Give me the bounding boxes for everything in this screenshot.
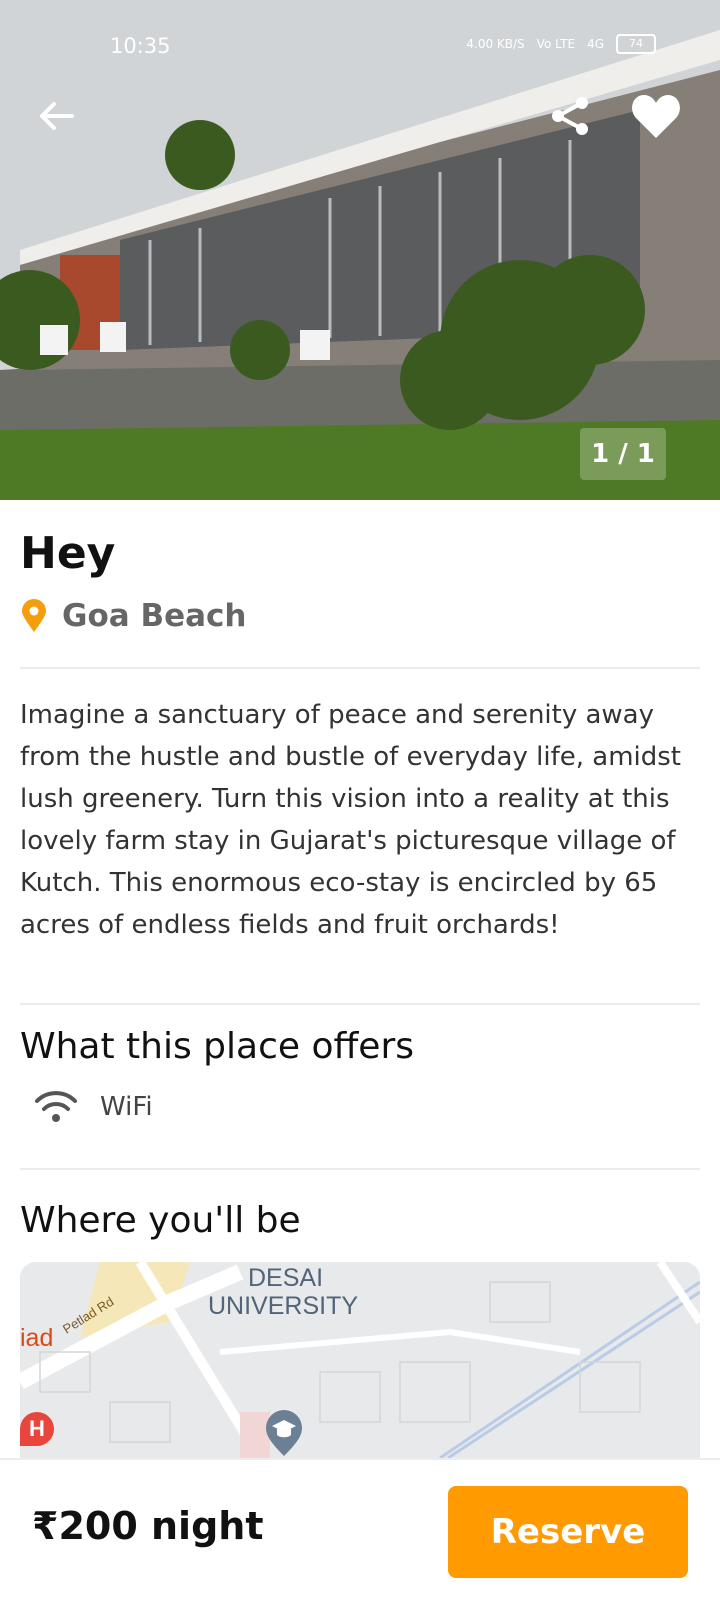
reserve-button[interactable]: Reserve: [448, 1486, 688, 1578]
image-counter: 1 / 1: [580, 428, 666, 480]
share-button[interactable]: [538, 84, 602, 148]
map-label-university: UNIVERSITY: [208, 1292, 359, 1320]
map-roads: [20, 1262, 700, 1458]
location-map[interactable]: DESAI UNIVERSITY iad Petlad Rd H: [20, 1262, 700, 1458]
wifi-icon: [35, 1091, 77, 1122]
favorite-button[interactable]: [624, 84, 688, 148]
house-illustration: [0, 0, 720, 500]
map-label-desai: DESAI: [248, 1264, 324, 1292]
listing-title: Hey: [20, 528, 116, 579]
battery-icon: 74: [616, 34, 656, 54]
status-time: 10:35: [110, 34, 171, 58]
divider: [20, 667, 700, 669]
booking-bar: ₹200 night Reserve: [0, 1458, 720, 1602]
status-icons: 4.00 KB/S Vo LTE 4G 74: [466, 34, 656, 54]
net-speed: 4.00 KB/S: [466, 37, 525, 51]
back-button[interactable]: [24, 84, 88, 148]
price-label: ₹200 night: [32, 1504, 264, 1548]
location-pin-icon: [22, 599, 46, 632]
listing-location: Goa Beach: [20, 598, 246, 634]
share-icon: [552, 97, 588, 135]
status-bar: 10:35 4.00 KB/S Vo LTE 4G 74: [0, 28, 720, 68]
graduation-cap-icon[interactable]: [264, 1410, 304, 1458]
volte-indicator: Vo LTE: [536, 37, 576, 51]
hospital-marker[interactable]: H: [20, 1412, 54, 1446]
hospital-icon: H: [29, 1416, 45, 1441]
divider: [20, 1168, 700, 1170]
heart-icon: [632, 95, 680, 138]
hero-image[interactable]: 10:35 4.00 KB/S Vo LTE 4G 74 1 / 1: [0, 0, 720, 500]
divider: [20, 1003, 700, 1005]
location-label: Goa Beach: [62, 598, 247, 634]
offers-heading: What this place offers: [20, 1026, 414, 1067]
listing-description: Imagine a sanctuary of peace and serenit…: [20, 700, 681, 940]
amenity-wifi: WiFi: [34, 1090, 153, 1124]
map-label-place: iad: [20, 1324, 54, 1352]
amenity-label: WiFi: [100, 1092, 153, 1122]
network-type: 4G: [587, 37, 604, 51]
arrow-left-icon: [40, 102, 74, 130]
where-heading: Where you'll be: [20, 1200, 301, 1241]
